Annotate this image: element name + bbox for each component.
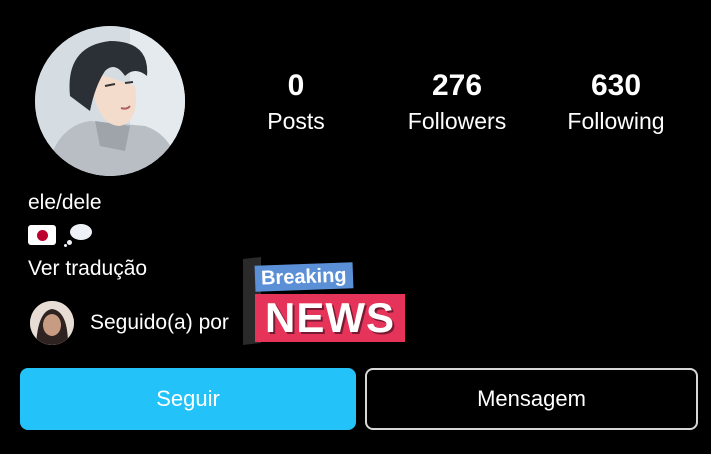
posts-label: Posts (267, 108, 325, 134)
message-button[interactable]: Mensagem (365, 368, 698, 430)
bio-emoji-row (28, 222, 147, 248)
mutual-follower-avatar (30, 301, 74, 345)
mutual-followers-prefix: Seguido(a) por (90, 311, 229, 334)
following-label: Following (567, 108, 665, 134)
stat-posts[interactable]: 0 Posts (221, 68, 371, 136)
posts-count: 0 (287, 69, 305, 102)
sticker-breaking-text: Breaking (254, 262, 354, 292)
profile-stats: 0 Posts 276 Followers 630 Following (0, 68, 711, 148)
followers-label: Followers (407, 108, 507, 134)
breaking-news-sticker: Breaking NEWS (243, 257, 409, 345)
stat-followers[interactable]: 276 Followers (382, 68, 532, 136)
following-count: 630 (590, 69, 642, 102)
japan-flag-icon (28, 225, 56, 245)
bio-pronouns: ele/dele (28, 191, 102, 214)
follow-button[interactable]: Seguir (20, 368, 356, 430)
thought-balloon-icon (64, 223, 94, 247)
sticker-news-text: NEWS (255, 294, 405, 342)
stat-following[interactable]: 630 Following (541, 68, 691, 136)
followers-count: 276 (431, 69, 483, 102)
translate-link[interactable]: Ver tradução (28, 256, 147, 282)
bio: ele/dele Ver tradução (28, 190, 147, 282)
